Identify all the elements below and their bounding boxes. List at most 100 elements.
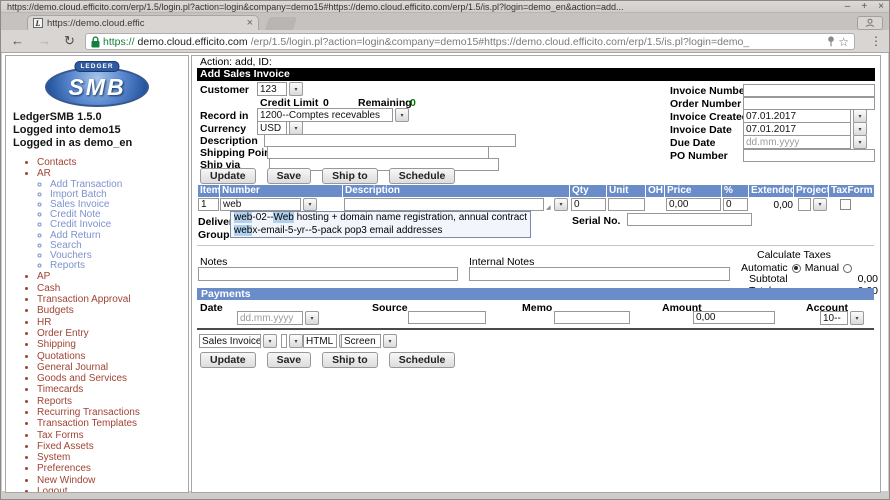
- sidebar-item-preferences[interactable]: Preferences: [37, 463, 188, 474]
- sidebar-item-ar[interactable]: AR Add Transaction Import Batch Sales In…: [37, 168, 188, 271]
- line-description-input[interactable]: [344, 198, 544, 211]
- record-in-select[interactable]: 1200--Comptes recevables ▾: [257, 108, 409, 122]
- ship-to-button[interactable]: Ship to: [322, 352, 378, 368]
- sidebar-item-general-journal[interactable]: General Journal: [37, 362, 188, 373]
- maximize-icon[interactable]: +: [861, 1, 867, 12]
- schedule-button[interactable]: Schedule: [389, 352, 456, 368]
- autocomplete-option[interactable]: webx-email-5-yr--5-pack pop3 email addre…: [231, 225, 530, 238]
- discount-percent-input[interactable]: [723, 198, 748, 211]
- invoice-date-date[interactable]: ▾: [743, 122, 867, 136]
- sidebar-item-fixed-assets[interactable]: Fixed Assets: [37, 441, 188, 452]
- sidebar-item-system[interactable]: System: [37, 452, 188, 463]
- reload-icon[interactable]: ↻: [64, 32, 75, 49]
- profile-button[interactable]: [857, 16, 883, 30]
- due-date-label: Due Date: [670, 137, 716, 149]
- chevron-down-icon[interactable]: ▾: [263, 334, 277, 348]
- browser-tab[interactable]: L https://demo.cloud.effic ×: [27, 15, 259, 30]
- calendar-dropdown-icon[interactable]: ▾: [853, 109, 867, 123]
- pin-icon[interactable]: [827, 36, 835, 47]
- currency-select[interactable]: USD ▾: [257, 121, 303, 135]
- bookmark-star-icon[interactable]: ☆: [838, 35, 849, 49]
- language-select[interactable]: ▾: [281, 334, 303, 348]
- item-number-cell[interactable]: [198, 198, 219, 211]
- url-bar[interactable]: https:// demo.cloud.efficito.com /erp/1.…: [85, 33, 855, 50]
- sidebar-item-cash[interactable]: Cash: [37, 283, 188, 294]
- customer-select[interactable]: 123 ▾: [257, 82, 303, 96]
- resize-handle-icon[interactable]: ◢: [546, 204, 551, 211]
- chevron-down-icon[interactable]: ▾: [850, 311, 864, 325]
- chevron-down-icon[interactable]: ▾: [289, 334, 303, 348]
- unit-input[interactable]: [608, 198, 645, 211]
- payment-account-select[interactable]: 10-- ▾: [820, 311, 864, 325]
- notes-input[interactable]: [198, 267, 458, 281]
- sidebar-item-ar-reports[interactable]: Reports: [50, 261, 188, 271]
- sidebar-item-quotations[interactable]: Quotations: [37, 351, 188, 362]
- calendar-dropdown-icon[interactable]: ▾: [305, 311, 319, 325]
- sidebar-item-timecards[interactable]: Timecards: [37, 384, 188, 395]
- chevron-down-icon[interactable]: ▾: [813, 198, 827, 211]
- chevron-down-icon[interactable]: ▾: [289, 82, 303, 96]
- payment-amount-input[interactable]: [693, 311, 775, 324]
- close-icon[interactable]: ×: [878, 1, 884, 12]
- invoice-date-input[interactable]: [743, 122, 851, 136]
- taxform-checkbox[interactable]: [840, 199, 851, 210]
- line-description-dropdown-icon[interactable]: ▾: [554, 198, 568, 211]
- invoice-number-input[interactable]: [743, 84, 875, 97]
- update-button[interactable]: Update: [200, 168, 256, 184]
- sidebar-item-transaction-templates[interactable]: Transaction Templates: [37, 418, 188, 429]
- url-path: /erp/1.5/login.pl?action=login&company=d…: [251, 36, 825, 48]
- invoice-created-input[interactable]: [743, 109, 851, 123]
- sidebar-item-budgets[interactable]: Budgets: [37, 305, 188, 316]
- po-number-input[interactable]: [743, 149, 875, 162]
- back-icon[interactable]: ←: [11, 32, 24, 49]
- sidebar-item-reports[interactable]: Reports: [37, 396, 188, 407]
- chevron-down-icon[interactable]: ▾: [289, 121, 303, 135]
- document-type-select[interactable]: Sales Invoice ▾: [199, 334, 277, 348]
- new-tab-button[interactable]: [265, 17, 297, 30]
- window-titlebar: https://demo.cloud.efficito.com/erp/1.5/…: [1, 1, 889, 13]
- chevron-down-icon[interactable]: ▾: [383, 334, 397, 348]
- payment-source-input[interactable]: [408, 311, 486, 324]
- sidebar-item-goods-and-services[interactable]: Goods and Services: [37, 373, 188, 384]
- manual-radio[interactable]: [843, 264, 852, 273]
- ship-to-button[interactable]: Ship to: [322, 168, 378, 184]
- sidebar-item-shipping[interactable]: Shipping: [37, 339, 188, 350]
- payment-date-picker[interactable]: ▾: [237, 311, 319, 325]
- serial-no-input[interactable]: [627, 213, 752, 226]
- internal-notes-input[interactable]: [469, 267, 730, 281]
- automatic-radio[interactable]: [792, 264, 801, 273]
- project-select[interactable]: ▾: [798, 198, 827, 211]
- browser-menu-icon[interactable]: ⋮: [870, 34, 882, 48]
- part-number-dropdown-icon[interactable]: ▾: [303, 198, 317, 211]
- update-button[interactable]: Update: [200, 352, 256, 368]
- chevron-down-icon[interactable]: ▾: [395, 108, 409, 122]
- calendar-dropdown-icon[interactable]: ▾: [853, 122, 867, 136]
- price-input[interactable]: [666, 198, 721, 211]
- tab-close-icon[interactable]: ×: [247, 18, 253, 28]
- sidebar-item-ap[interactable]: AP: [37, 271, 188, 282]
- qty-input[interactable]: [571, 198, 606, 211]
- save-button[interactable]: Save: [267, 168, 312, 184]
- calendar-dropdown-icon[interactable]: ▾: [853, 135, 867, 149]
- payment-date-input[interactable]: [237, 311, 303, 325]
- payment-memo-input[interactable]: [554, 311, 630, 324]
- autocomplete-option[interactable]: web-02--Web hosting + domain name regist…: [231, 212, 530, 225]
- sidebar-item-hr[interactable]: HR: [37, 317, 188, 328]
- due-date-input[interactable]: [743, 135, 851, 149]
- sidebar-item-contacts[interactable]: Contacts: [37, 157, 188, 168]
- schedule-button[interactable]: Schedule: [389, 168, 456, 184]
- subtotal-label: Subtotal: [749, 273, 788, 285]
- sidebar-item-logout[interactable]: Logout: [37, 486, 188, 493]
- minimize-icon[interactable]: –: [845, 1, 851, 12]
- sidebar-item-new-window[interactable]: New Window: [37, 475, 188, 486]
- sidebar-item-recurring-transactions[interactable]: Recurring Transactions: [37, 407, 188, 418]
- save-button[interactable]: Save: [267, 352, 312, 368]
- sidebar-item-tax-forms[interactable]: Tax Forms: [37, 430, 188, 441]
- forward-icon[interactable]: →: [38, 32, 51, 49]
- part-number-input[interactable]: [220, 198, 301, 211]
- sidebar-item-order-entry[interactable]: Order Entry: [37, 328, 188, 339]
- media-select[interactable]: Screen ▾: [341, 334, 397, 348]
- due-date-date[interactable]: ▾: [743, 135, 867, 149]
- invoice-created-date[interactable]: ▾: [743, 109, 867, 123]
- sidebar-item-transaction-approval[interactable]: Transaction Approval: [37, 294, 188, 305]
